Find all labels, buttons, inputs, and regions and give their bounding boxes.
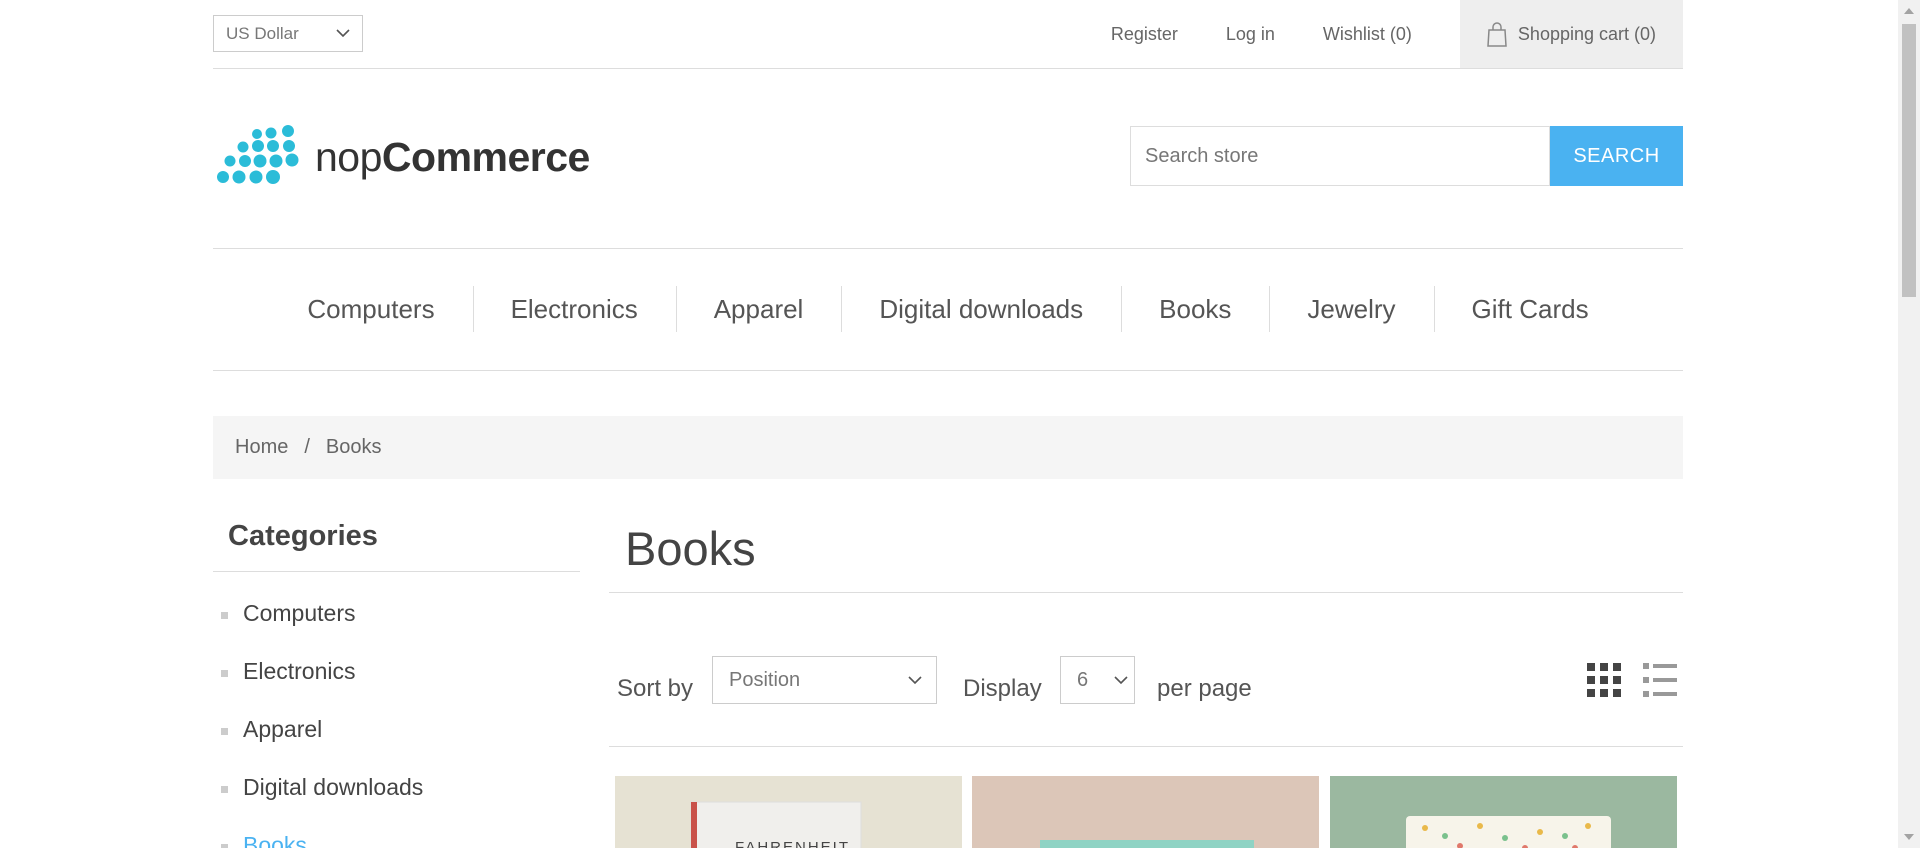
logo-dots-icon bbox=[217, 125, 299, 184]
page-size-select[interactable]: 6 bbox=[1060, 656, 1135, 704]
top-menu-computers[interactable]: Computers bbox=[269, 294, 472, 325]
login-link[interactable]: Log in bbox=[1226, 24, 1275, 45]
category-item-digital-downloads[interactable]: Digital downloads bbox=[213, 774, 580, 832]
bullet-icon bbox=[221, 670, 228, 677]
top-menu-electronics[interactable]: Electronics bbox=[472, 286, 676, 332]
page: US Dollar Register Log in Wishlist (0) S… bbox=[213, 0, 1683, 848]
bullet-icon bbox=[221, 786, 228, 793]
bullet-icon bbox=[221, 612, 228, 619]
top-menu-gift-cards[interactable]: Gift Cards bbox=[1433, 286, 1627, 332]
category-list: Computers Electronics Apparel Digital do… bbox=[213, 572, 580, 848]
category-item-books[interactable]: Books bbox=[213, 832, 580, 848]
list-view-icon[interactable] bbox=[1643, 663, 1677, 697]
per-page-label: per page bbox=[1157, 675, 1252, 702]
wishlist-link[interactable]: Wishlist (0) bbox=[1323, 24, 1412, 45]
shopping-cart-link[interactable]: Shopping cart (0) bbox=[1459, 0, 1683, 68]
book-cover-image bbox=[1406, 816, 1611, 848]
shopping-bag-icon bbox=[1487, 22, 1507, 47]
top-menu-digital-downloads[interactable]: Digital downloads bbox=[841, 286, 1121, 332]
sort-by-label: Sort by bbox=[617, 675, 694, 702]
top-menu: Computers Electronics Apparel Digital do… bbox=[213, 248, 1683, 371]
currency-selector[interactable]: US Dollar bbox=[213, 15, 363, 52]
category-item-electronics[interactable]: Electronics bbox=[213, 658, 580, 716]
center-column: Books Sort by Position Display 6 per pag… bbox=[609, 513, 1683, 747]
scroll-down-arrow-icon[interactable] bbox=[1904, 834, 1914, 840]
breadcrumb: Home / Books bbox=[213, 416, 1683, 479]
chevron-down-icon bbox=[908, 675, 922, 684]
svg-text:FAHRENHEIT: FAHRENHEIT bbox=[735, 839, 850, 848]
breadcrumb-home[interactable]: Home bbox=[235, 436, 288, 459]
product-selectors: Sort by Position Display 6 per page bbox=[609, 627, 1683, 747]
sort-by-value: Position bbox=[729, 668, 801, 691]
page-scrollbar[interactable] bbox=[1898, 0, 1920, 848]
product-grid: FAHRENHEIT bbox=[615, 776, 1679, 848]
sort-by-select[interactable]: Position bbox=[712, 656, 937, 704]
store-logo[interactable]: nopCommerce bbox=[215, 125, 590, 189]
bullet-icon bbox=[221, 844, 228, 848]
search-input[interactable] bbox=[1130, 126, 1550, 186]
scroll-thumb[interactable] bbox=[1902, 24, 1916, 297]
page-title: Books bbox=[609, 513, 1683, 593]
register-link[interactable]: Register bbox=[1111, 24, 1178, 45]
view-mode bbox=[1587, 663, 1677, 697]
side-column: Categories Computers Electronics Apparel… bbox=[213, 520, 580, 848]
top-menu-books[interactable]: Books bbox=[1121, 286, 1269, 332]
book-cover-image bbox=[1040, 840, 1254, 848]
search-button[interactable]: SEARCH bbox=[1550, 126, 1683, 186]
top-menu-apparel[interactable]: Apparel bbox=[675, 286, 842, 332]
bullet-icon bbox=[221, 728, 228, 735]
search-box: SEARCH bbox=[1130, 126, 1683, 186]
logo-text: nopCommerce bbox=[315, 133, 590, 180]
chevron-down-icon bbox=[336, 29, 350, 38]
breadcrumb-current: Books bbox=[325, 436, 382, 458]
chevron-down-icon bbox=[1114, 675, 1128, 684]
categories-title: Categories bbox=[213, 520, 580, 572]
breadcrumb-separator: / bbox=[304, 436, 310, 458]
category-item-apparel[interactable]: Apparel bbox=[213, 716, 580, 774]
shopping-cart-label: Shopping cart (0) bbox=[1517, 23, 1656, 44]
header-links: Register Log in Wishlist (0) Shopping ca… bbox=[1111, 0, 1683, 68]
grid-view-icon[interactable] bbox=[1587, 663, 1621, 697]
page-size-value: 6 bbox=[1077, 668, 1089, 691]
category-item-computers[interactable]: Computers bbox=[213, 600, 580, 658]
scroll-up-arrow-icon[interactable] bbox=[1904, 8, 1914, 14]
product-image-2[interactable] bbox=[972, 776, 1319, 848]
top-menu-jewelry[interactable]: Jewelry bbox=[1269, 286, 1433, 332]
product-image-3[interactable] bbox=[1330, 776, 1677, 848]
header-upper: US Dollar Register Log in Wishlist (0) S… bbox=[213, 0, 1683, 69]
currency-value: US Dollar bbox=[226, 23, 299, 43]
display-label: Display bbox=[963, 675, 1042, 702]
product-image-1[interactable]: FAHRENHEIT bbox=[615, 776, 962, 848]
book-cover-image: FAHRENHEIT bbox=[690, 801, 862, 848]
